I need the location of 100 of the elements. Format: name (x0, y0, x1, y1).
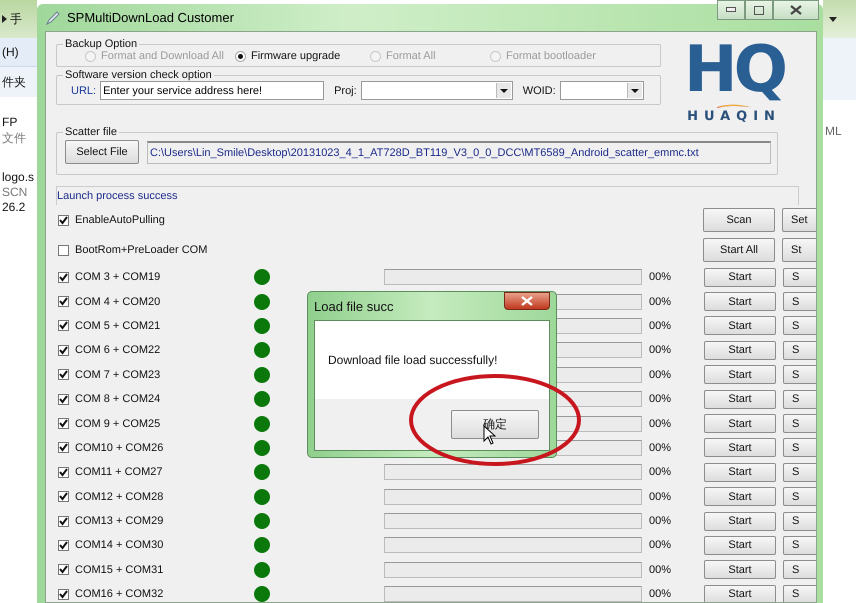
file-detail: SCN (2, 185, 28, 199)
start-button[interactable]: Start (704, 340, 776, 360)
checkbox[interactable] (58, 564, 69, 576)
progress-percent: 00% (648, 442, 672, 454)
checkbox[interactable] (58, 540, 69, 551)
url-label: URL: (71, 84, 96, 96)
minimize-icon (726, 7, 736, 13)
progress-percent: 00% (648, 539, 672, 552)
file-name: 26.2 (2, 200, 26, 214)
action-button[interactable]: S (783, 390, 816, 409)
start-button[interactable]: Start (704, 512, 776, 531)
checkbox[interactable] (58, 272, 69, 283)
logo-mark: HQ (684, 38, 784, 102)
start-button[interactable]: Start (704, 487, 776, 506)
checkbox[interactable] (58, 588, 69, 600)
start-button[interactable]: Start (704, 584, 776, 602)
action-button[interactable]: Scan (703, 208, 775, 232)
action-button[interactable]: S (783, 536, 816, 555)
checkbox[interactable] (58, 418, 69, 430)
start-button[interactable]: Start (704, 438, 776, 458)
port-checkbox-option[interactable]: COM 9 + COM25 (56, 418, 254, 430)
proj-dropdown[interactable] (360, 81, 513, 100)
port-checkbox-option[interactable]: COM10 + COM26 (56, 442, 254, 454)
action-button[interactable]: Start All (703, 238, 775, 262)
checkbox[interactable] (58, 214, 69, 226)
port-checkbox-option[interactable]: COM16 + COM32 (56, 588, 254, 600)
progress-percent: 00% (648, 564, 672, 576)
action-button[interactable]: Set (782, 208, 816, 232)
port-checkbox-option[interactable]: COM11 + COM27 (56, 466, 254, 478)
checkbox[interactable] (58, 516, 69, 527)
expand-arrow-icon[interactable] (2, 15, 7, 23)
group-title: Software version check option (64, 69, 213, 81)
progress-percent: 00% (648, 393, 672, 406)
checkbox[interactable] (58, 296, 69, 308)
port-checkbox-option[interactable]: COM 5 + COM21 (56, 320, 254, 332)
checkbox-option[interactable]: BootRom+PreLoader COM (56, 244, 703, 256)
logo-text: HUAQIN (687, 110, 781, 124)
select-file-button[interactable]: Select File (65, 140, 139, 164)
port-checkbox-option[interactable]: COM 3 + COM19 (56, 271, 254, 284)
progress-percent: 00% (648, 466, 672, 478)
checkbox[interactable] (58, 491, 69, 502)
progress-percent: 00% (648, 368, 672, 381)
action-button[interactable]: S (783, 438, 816, 458)
checkbox[interactable] (58, 320, 69, 332)
checkbox[interactable] (58, 244, 69, 256)
status-message: Launch process success (57, 190, 178, 202)
action-button[interactable]: St (782, 238, 816, 262)
start-button[interactable]: Start (704, 316, 776, 336)
radio-option[interactable]: Firmware upgrade (235, 50, 370, 62)
close-icon (790, 5, 802, 15)
action-button[interactable]: S (783, 292, 816, 312)
action-button[interactable]: S (783, 560, 816, 580)
ok-button[interactable]: 确定 (451, 410, 539, 439)
checkbox[interactable] (58, 344, 69, 356)
action-button[interactable]: S (783, 462, 816, 482)
group-title: Scatter file (64, 126, 118, 138)
progress-percent: 00% (648, 271, 672, 284)
progress-percent: 00% (648, 418, 672, 430)
start-button[interactable]: Start (704, 414, 776, 434)
start-button[interactable]: Start (704, 268, 776, 287)
start-button[interactable]: Start (704, 536, 776, 555)
progress-percent: 00% (648, 588, 672, 600)
action-button[interactable]: S (783, 316, 816, 336)
start-button[interactable]: Start (704, 462, 776, 482)
checkbox[interactable] (58, 369, 69, 380)
port-checkbox-option[interactable]: COM 8 + COM24 (56, 393, 254, 406)
file-name: FP (2, 115, 18, 129)
woid-dropdown[interactable] (560, 81, 644, 100)
action-button[interactable]: S (783, 584, 816, 602)
port-checkbox-option[interactable]: COM13 + COM29 (56, 515, 254, 528)
action-button[interactable]: S (783, 268, 816, 287)
url-field[interactable]: Enter your service address here! (100, 81, 324, 100)
start-button[interactable]: Start (704, 292, 776, 312)
port-checkbox-option[interactable]: COM12 + COM28 (56, 490, 254, 503)
close-icon (521, 296, 533, 306)
dialog-title: Load file succ (314, 298, 394, 314)
port-checkbox-option[interactable]: COM 7 + COM23 (56, 368, 254, 381)
port-checkbox-option[interactable]: COM 6 + COM22 (56, 344, 254, 356)
action-button[interactable]: S (783, 365, 816, 384)
checkbox[interactable] (58, 394, 69, 405)
close-button[interactable] (773, 0, 819, 20)
port-checkbox-option[interactable]: COM14 + COM30 (56, 539, 254, 552)
breadcrumb-text[interactable]: 手 (10, 10, 22, 28)
checkbox[interactable] (58, 442, 69, 454)
window-title: SPMultiDownLoad Customer (67, 10, 234, 25)
action-button[interactable]: S (783, 487, 816, 506)
port-checkbox-option[interactable]: COM 4 + COM20 (56, 296, 254, 308)
action-button[interactable]: S (783, 414, 816, 434)
minimize-button[interactable] (717, 0, 745, 20)
checkbox[interactable] (58, 466, 69, 478)
maximize-button[interactable] (745, 0, 773, 20)
port-checkbox-option[interactable]: COM15 + COM31 (56, 564, 254, 576)
start-button[interactable]: Start (704, 390, 776, 409)
start-button[interactable]: Start (704, 560, 776, 580)
close-button[interactable] (504, 292, 550, 310)
start-button[interactable]: Start (704, 365, 776, 384)
checkbox-option[interactable]: EnableAutoPulling (56, 214, 703, 226)
dropdown-arrow-icon[interactable] (829, 16, 837, 22)
action-button[interactable]: S (783, 512, 816, 531)
action-button[interactable]: S (783, 340, 816, 360)
